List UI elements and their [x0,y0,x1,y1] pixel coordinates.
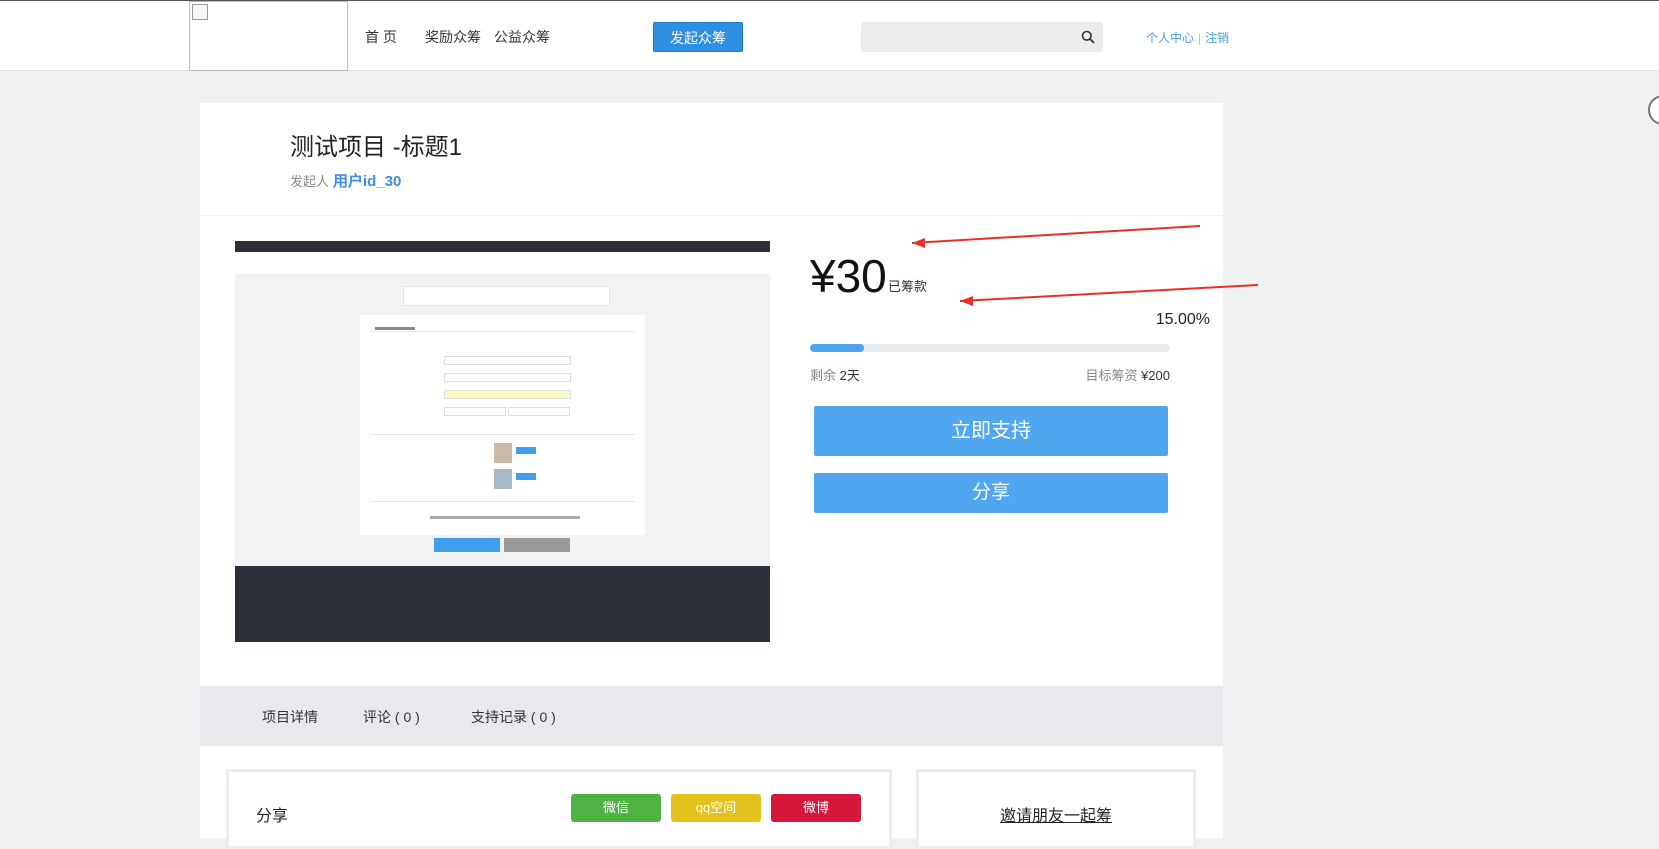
link-separator: | [1198,31,1202,45]
target-label: 目标筹资 [1085,368,1138,383]
invite-panel: 邀请朋友一起筹 [916,769,1196,849]
image-footer [235,566,770,642]
share-panel-title: 分享 [256,808,289,825]
progress-bar [810,344,1170,352]
remaining-value: 2天 [839,368,860,383]
remaining-label: 剩余 [810,368,837,383]
logout-link[interactable]: 注销 [1205,31,1229,45]
image-text [430,516,580,519]
detail-tabs: 项目详情 评论 ( 0 ) 支持记录 ( 0 ) [200,686,1223,746]
image-steps [403,286,610,306]
raised-amount: ¥30 [810,250,887,302]
image-field-highlight [444,390,571,399]
progress-percent: 15.00% [1155,311,1210,328]
floating-widget[interactable] [1648,95,1659,125]
initiator-line: 发起人 用户id_30 [290,170,401,191]
site-logo[interactable] [189,1,348,71]
image-upload-button [516,473,536,480]
nav-charity-crowdfunding[interactable]: 公益众筹 [494,27,550,47]
target-value: ¥200 [1141,368,1170,383]
image-select [508,407,570,416]
tab-comments[interactable]: 评论 ( 0 ) [363,707,420,727]
user-center-link[interactable]: 个人中心 [1146,31,1194,45]
project-card: 测试项目 -标题1 发起人 用户id_30 ¥30 已筹款 15.00% 剩余 2… [200,103,1223,849]
support-now-button[interactable]: 立即支持 [814,406,1168,456]
share-button[interactable]: 分享 [814,473,1168,513]
launch-crowdfunding-button[interactable]: 发起众筹 [653,22,743,52]
share-wechat-button[interactable]: 微信 [571,794,661,822]
image-select [444,407,506,416]
search-input[interactable] [861,22,1071,52]
initiator-name[interactable]: 用户id_30 [333,173,401,190]
image-thumbnail [494,469,512,489]
project-cover-image [235,241,770,642]
share-qzone-button[interactable]: qq空间 [671,794,761,822]
image-prev-button [434,538,500,552]
project-title: 测试项目 -标题1 [290,134,463,161]
tab-project-details[interactable]: 项目详情 [262,707,318,727]
image-rule [370,331,635,332]
share-panel: 分享 微信 qq空间 微博 [226,769,892,849]
image-rule [370,434,635,435]
image-upload-button [516,447,536,454]
image-next-button [504,538,570,552]
top-header: 首 页 奖励众筹 公益众筹 发起众筹 个人中心 | 注销 [0,0,1659,71]
share-weibo-button[interactable]: 微博 [771,794,861,822]
raised-label: 已筹款 [888,279,928,294]
image-navbar [235,252,770,274]
nav-home[interactable]: 首 页 [365,27,397,47]
search-box [861,22,1103,52]
header-divider [200,215,1223,216]
progress-fill [810,344,864,352]
image-field [444,373,571,382]
funding-target: 目标筹资 ¥200 [970,365,1170,384]
image-rule [370,501,635,502]
user-links: 个人中心 | 注销 [1146,29,1229,46]
image-field [444,356,571,365]
initiator-label: 发起人 [290,174,330,189]
invite-friends-link[interactable]: 邀请朋友一起筹 [919,802,1193,826]
broken-image-icon [192,4,208,20]
image-text [375,327,415,330]
image-thumbnail [494,443,512,463]
image-topbar [235,241,770,252]
image-form-panel [360,315,645,535]
remaining-time: 剩余 2天 [810,365,860,384]
search-icon[interactable] [1081,30,1095,44]
nav-reward-crowdfunding[interactable]: 奖励众筹 [425,27,481,47]
tab-support-records[interactable]: 支持记录 ( 0 ) [471,707,556,727]
